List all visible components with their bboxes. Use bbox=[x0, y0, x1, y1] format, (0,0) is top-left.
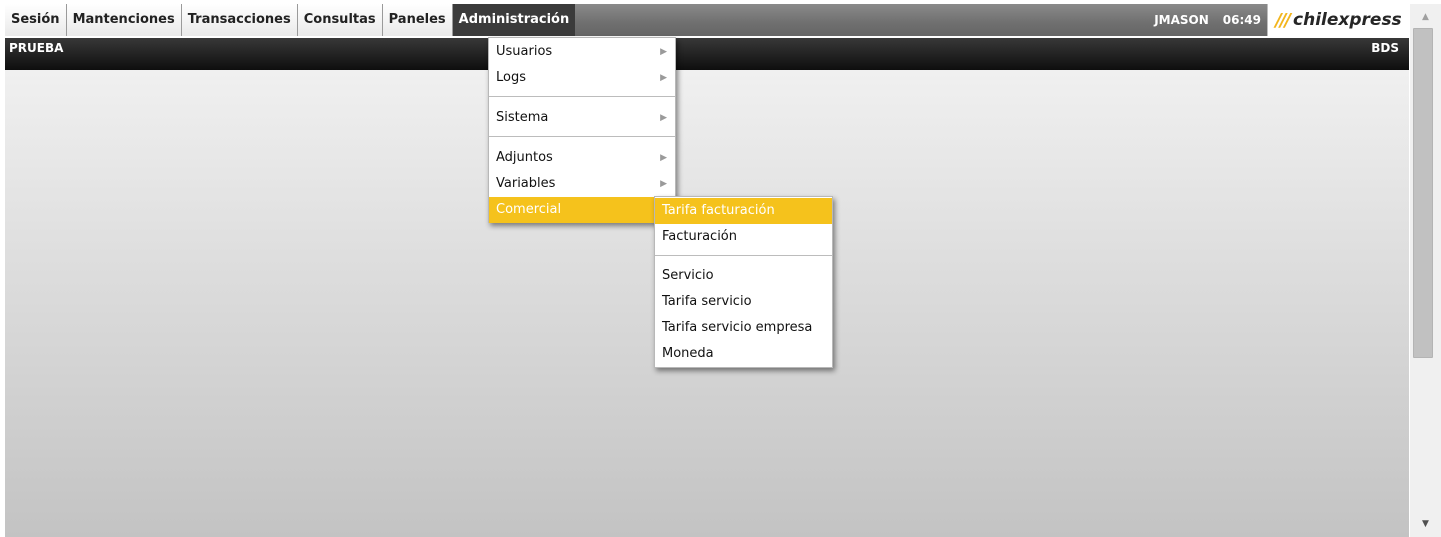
submenu-arrow-icon: ▶ bbox=[660, 113, 667, 123]
menu-separator bbox=[489, 96, 675, 97]
scroll-thumb[interactable] bbox=[1413, 28, 1433, 358]
database-label: BDS bbox=[1371, 41, 1399, 55]
menu-item-facturacion[interactable]: Facturación bbox=[655, 224, 832, 250]
menu-item-servicio[interactable]: Servicio bbox=[655, 263, 832, 289]
context-bar: PRUEBA BDS bbox=[5, 38, 1409, 70]
submenu-arrow-icon: ▶ bbox=[660, 153, 667, 163]
submenu-arrow-icon: ▶ bbox=[660, 179, 667, 189]
menu-item-logs[interactable]: Logs ▶ bbox=[489, 65, 675, 91]
current-user: JMASON bbox=[1154, 13, 1209, 27]
menu-item-adjuntos[interactable]: Adjuntos ▶ bbox=[489, 145, 675, 171]
main-menu-bar: Sesión Mantenciones Transacciones Consul… bbox=[5, 4, 1409, 36]
menu-separator bbox=[489, 136, 675, 137]
vertical-scrollbar[interactable]: ▲ ▼ bbox=[1410, 4, 1441, 537]
menu-item-comercial[interactable]: Comercial bbox=[489, 197, 675, 223]
main-menu-items: Sesión Mantenciones Transacciones Consul… bbox=[5, 4, 576, 36]
clock: 06:49 bbox=[1222, 13, 1261, 27]
menu-consultas[interactable]: Consultas bbox=[297, 4, 383, 36]
menu-transacciones[interactable]: Transacciones bbox=[181, 4, 298, 36]
menu-separator bbox=[655, 255, 832, 256]
menu-item-variables[interactable]: Variables ▶ bbox=[489, 171, 675, 197]
menu-item-label: Usuarios bbox=[496, 44, 553, 59]
menu-paneles[interactable]: Paneles bbox=[382, 4, 453, 36]
scroll-up-icon[interactable]: ▲ bbox=[1410, 6, 1441, 28]
comercial-submenu: Tarifa facturación Facturación Servicio … bbox=[654, 196, 833, 368]
logo-text: chilexpress bbox=[1293, 10, 1402, 30]
menu-item-moneda[interactable]: Moneda bbox=[655, 341, 832, 367]
menu-item-label: Sistema bbox=[496, 110, 549, 125]
menu-item-tarifa-servicio-empresa[interactable]: Tarifa servicio empresa bbox=[655, 315, 832, 341]
menu-item-label: Logs bbox=[496, 70, 526, 85]
menu-item-sistema[interactable]: Sistema ▶ bbox=[489, 105, 675, 131]
submenu-arrow-icon: ▶ bbox=[660, 47, 667, 57]
menu-administracion[interactable]: Administración bbox=[452, 4, 576, 36]
scroll-down-icon[interactable]: ▼ bbox=[1410, 513, 1441, 535]
menu-item-usuarios[interactable]: Usuarios ▶ bbox=[489, 39, 675, 65]
menu-item-tarifa-servicio[interactable]: Tarifa servicio bbox=[655, 289, 832, 315]
menu-item-label: Variables bbox=[496, 176, 556, 191]
menu-item-tarifa-facturacion[interactable]: Tarifa facturación bbox=[655, 198, 832, 224]
submenu-arrow-icon: ▶ bbox=[660, 73, 667, 83]
menu-item-label: Adjuntos bbox=[496, 150, 553, 165]
administracion-dropdown: Usuarios ▶ Logs ▶ Sistema ▶ Adjuntos ▶ V… bbox=[488, 37, 676, 223]
environment-label: PRUEBA bbox=[9, 41, 64, 55]
menu-mantenciones[interactable]: Mantenciones bbox=[66, 4, 182, 36]
menu-item-label: Comercial bbox=[496, 202, 562, 217]
logo-mark-icon: /// bbox=[1275, 9, 1291, 31]
